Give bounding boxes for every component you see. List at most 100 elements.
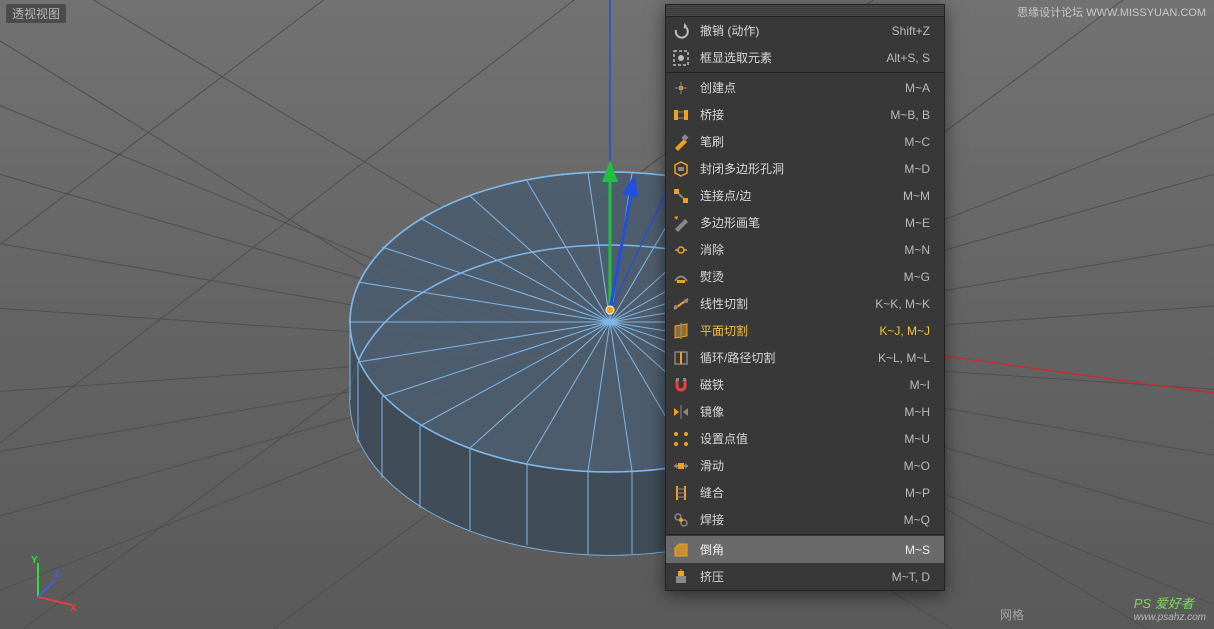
menu-item-shortcut: M~M (903, 189, 930, 203)
menu-item-shortcut: Alt+S, S (886, 51, 930, 65)
menu-item-label: 熨烫 (700, 268, 896, 285)
menu-item-label: 多边形画笔 (700, 214, 897, 231)
polypen-icon (670, 212, 692, 234)
menu-item-polypen[interactable]: 多边形画笔 M~E (666, 209, 944, 236)
menu-item-label: 镜像 (700, 403, 896, 420)
menu-item-shortcut: M~H (904, 405, 930, 419)
menu-item-shortcut: K~J, M~J (879, 324, 930, 338)
menu-item-label: 缝合 (700, 484, 897, 501)
menu-item-bridge[interactable]: 桥接 M~B, B (666, 101, 944, 128)
menu-item-extrude[interactable]: 挤压 M~T, D (666, 563, 944, 590)
menu-item-shortcut: M~S (905, 543, 930, 557)
brush-icon (670, 131, 692, 153)
menu-item-label: 设置点值 (700, 430, 896, 447)
close-hole-icon (670, 158, 692, 180)
menu-item-shortcut: M~P (905, 486, 930, 500)
menu-item-shortcut: M~B, B (890, 108, 930, 122)
watermark-top: 思缘设计论坛 WWW.MISSYUAN.COM (1017, 4, 1206, 20)
menu-item-bevel[interactable]: 倒角 M~S (666, 536, 944, 563)
undo-icon (670, 20, 692, 42)
frame-icon (670, 47, 692, 69)
menu-item-shortcut: M~Q (904, 513, 930, 527)
menu-item-label: 滑动 (700, 457, 896, 474)
stitch-icon (670, 482, 692, 504)
menu-item-label: 封闭多边形孔洞 (700, 160, 896, 177)
bevel-icon (670, 539, 692, 561)
slide-icon (670, 455, 692, 477)
menu-item-undo[interactable]: 撤销 (动作) Shift+Z (666, 17, 944, 44)
footer-grid-label: 网格 (1000, 606, 1024, 623)
menu-item-label: 笔刷 (700, 133, 896, 150)
menu-item-magnet[interactable]: 磁铁 M~I (666, 371, 944, 398)
loopcut-icon (670, 347, 692, 369)
create-pt-icon (670, 77, 692, 99)
menu-item-label: 框显选取元素 (700, 49, 878, 66)
menu-item-connect[interactable]: 连接点/边 M~M (666, 182, 944, 209)
menu-drag-handle[interactable] (666, 5, 944, 17)
magnet-icon (670, 374, 692, 396)
menu-item-label: 磁铁 (700, 376, 902, 393)
menu-item-frame[interactable]: 框显选取元素 Alt+S, S (666, 44, 944, 71)
watermark-bottom-sub: www.psahz.com (1134, 612, 1206, 623)
menu-item-label: 创建点 (700, 79, 897, 96)
menu-item-planecut[interactable]: 平面切割 K~J, M~J (666, 317, 944, 344)
menu-item-iron[interactable]: 熨烫 M~G (666, 263, 944, 290)
menu-item-shortcut: M~T, D (892, 570, 930, 584)
menu-item-loopcut[interactable]: 循环/路径切割 K~L, M~L (666, 344, 944, 371)
menu-item-label: 连接点/边 (700, 187, 895, 204)
menu-item-shortcut: Shift+Z (892, 24, 930, 38)
menu-item-label: 挤压 (700, 568, 884, 585)
extrude-icon (670, 566, 692, 588)
mirror-icon (670, 401, 692, 423)
menu-item-mirror[interactable]: 镜像 M~H (666, 398, 944, 425)
watermark-bottom-main: PS 爱好者 (1134, 596, 1194, 611)
axis-y-label: Y (31, 555, 38, 566)
menu-item-close-hole[interactable]: 封闭多边形孔洞 M~D (666, 155, 944, 182)
menu-item-shortcut: M~D (904, 162, 930, 176)
connect-icon (670, 185, 692, 207)
menu-item-label: 桥接 (700, 106, 882, 123)
menu-item-create-pt[interactable]: 创建点 M~A (666, 74, 944, 101)
menu-item-label: 倒角 (700, 541, 897, 558)
menu-item-weld[interactable]: 焊接 M~Q (666, 506, 944, 533)
menu-item-shortcut: M~E (905, 216, 930, 230)
menu-item-slide[interactable]: 滑动 M~O (666, 452, 944, 479)
menu-item-shortcut: M~U (904, 432, 930, 446)
viewport-label: 透视视图 (6, 4, 66, 23)
menu-item-dissolve[interactable]: 消除 M~N (666, 236, 944, 263)
menu-item-label: 撤销 (动作) (700, 22, 884, 39)
menu-item-shortcut: M~G (904, 270, 930, 284)
menu-item-label: 平面切割 (700, 322, 871, 339)
weld-icon (670, 509, 692, 531)
bridge-icon (670, 104, 692, 126)
setpoint-icon (670, 428, 692, 450)
menu-item-label: 循环/路径切割 (700, 349, 870, 366)
menu-item-label: 线性切割 (700, 295, 867, 312)
axis-x-label: X (70, 603, 77, 611)
watermark-bottom: PS 爱好者 www.psahz.com (1134, 593, 1206, 623)
menu-item-shortcut: M~O (904, 459, 930, 473)
linecut-icon (670, 293, 692, 315)
menu-item-label: 消除 (700, 241, 896, 258)
menu-item-brush[interactable]: 笔刷 M~C (666, 128, 944, 155)
menu-item-shortcut: M~I (910, 378, 930, 392)
planecut-icon (670, 320, 692, 342)
viewport-perspective[interactable]: 透视视图 思缘设计论坛 WWW.MISSYUAN.COM 网格 PS 爱好者 w… (0, 0, 1214, 629)
dissolve-icon (670, 239, 692, 261)
menu-item-shortcut: M~A (905, 81, 930, 95)
menu-item-setpoint[interactable]: 设置点值 M~U (666, 425, 944, 452)
menu-separator (666, 72, 944, 73)
iron-icon (670, 266, 692, 288)
axis-z-label: Z (54, 569, 60, 580)
menu-item-shortcut: M~N (904, 243, 930, 257)
menu-item-stitch[interactable]: 缝合 M~P (666, 479, 944, 506)
menu-separator (666, 534, 944, 535)
viewport-canvas (0, 0, 1214, 629)
axis-gizmo-corner[interactable]: Y X Z (24, 555, 80, 611)
menu-item-shortcut: K~K, M~K (875, 297, 930, 311)
menu-item-label: 焊接 (700, 511, 896, 528)
menu-item-shortcut: M~C (904, 135, 930, 149)
menu-item-shortcut: K~L, M~L (878, 351, 930, 365)
context-menu[interactable]: 撤销 (动作) Shift+Z 框显选取元素 Alt+S, S 创建点 M~A 桥接 M~B,… (665, 4, 945, 591)
menu-item-linecut[interactable]: 线性切割 K~K, M~K (666, 290, 944, 317)
